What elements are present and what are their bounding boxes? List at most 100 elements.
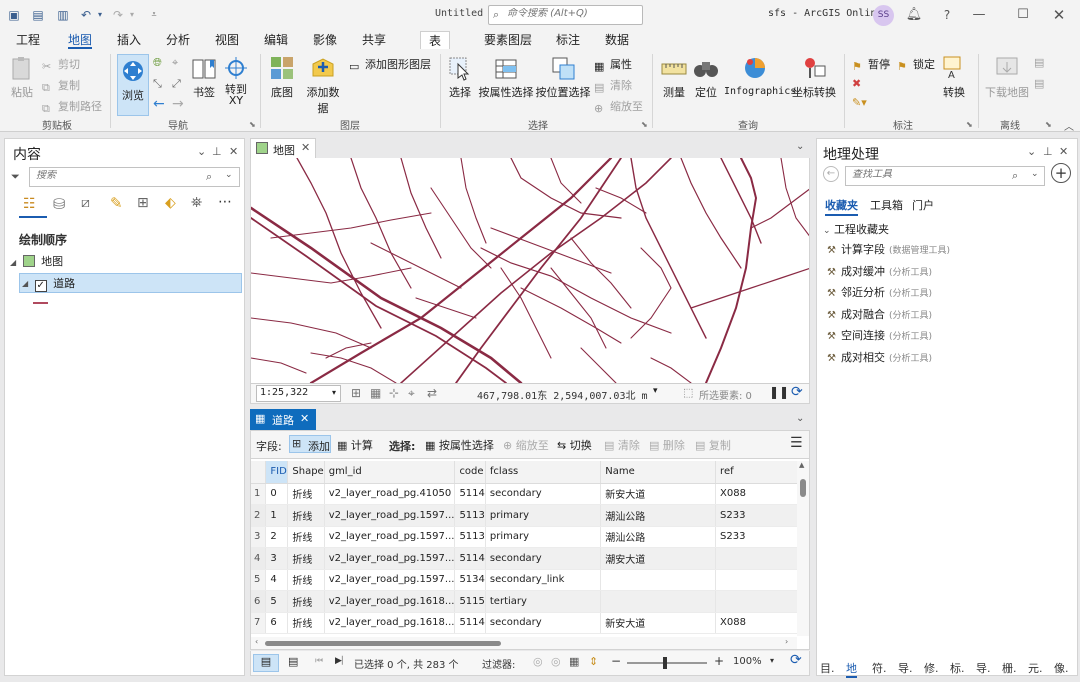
tab-list-icon[interactable]: ⌄	[796, 141, 804, 152]
sync-icon[interactable]: ▤	[1034, 56, 1044, 69]
tab-feature-layer[interactable]: 要素图层	[484, 31, 532, 49]
zoom-in-fixed-icon[interactable]: ⤡	[153, 77, 162, 91]
previous-extent-icon[interactable]: ←	[153, 96, 165, 112]
tab-map[interactable]: 地图	[68, 31, 93, 49]
row-number[interactable]: 5	[251, 569, 267, 591]
refresh-icon[interactable]: ⟳	[791, 384, 803, 400]
tree-layer-roads[interactable]: ◢ ✓ 道路	[19, 273, 242, 293]
table-menu-icon[interactable]: ☰	[790, 435, 803, 451]
close-window-button[interactable]: ✕	[1049, 6, 1069, 24]
pause-labeling-button[interactable]: ⚑ 暂停	[852, 56, 890, 73]
tab-view[interactable]: 视图	[215, 31, 239, 49]
snapping-icon[interactable]: ⊹	[389, 386, 399, 400]
constraints-icon[interactable]: ⌖	[408, 386, 415, 401]
table-refresh-icon[interactable]: ⟳	[790, 652, 802, 668]
scroll-right-icon[interactable]: ›	[785, 637, 788, 646]
bottom-tab[interactable]: 元.	[1028, 660, 1043, 676]
scale-selector[interactable]: 1:25,322 ▾	[256, 385, 341, 402]
toolbar-select-by-attributes-button[interactable]: ▦ 按属性选择	[425, 437, 494, 453]
bottom-tab[interactable]: 修.	[924, 660, 939, 676]
row-number[interactable]: 6	[251, 590, 267, 613]
contents-search[interactable]: ⌕ ⌄	[29, 167, 240, 187]
infographics-button[interactable]: Infographics	[724, 54, 796, 97]
measure-button[interactable]: 测量	[658, 54, 690, 100]
row-number[interactable]: 3	[251, 526, 267, 548]
unplaced-labels-icon[interactable]: ✖	[852, 77, 861, 90]
add-field-button[interactable]: ⊞ 添加	[289, 435, 331, 453]
next-record-icon[interactable]: ▶⎸	[335, 656, 351, 666]
download-map-button[interactable]: 下载地图	[984, 54, 1030, 100]
tool-search-input[interactable]	[852, 169, 1002, 180]
row-number[interactable]: 1	[251, 483, 267, 505]
pin-icon[interactable]: ⊥	[212, 145, 222, 158]
add-tool-icon[interactable]: +	[1051, 163, 1071, 183]
row-number[interactable]: 4	[251, 547, 267, 570]
save-icon[interactable]: ▥	[55, 7, 71, 23]
horizontal-scrollbar[interactable]: ‹ ›	[251, 637, 797, 649]
tab-map-view[interactable]: 地图 ✕	[250, 138, 316, 158]
grid-ref-icon[interactable]: ⊞	[351, 386, 361, 400]
first-record-icon[interactable]: ⏮	[315, 656, 323, 666]
collapse-ribbon-icon[interactable]: ︿	[1064, 118, 1074, 133]
redo-dropdown-icon[interactable]: ▾	[124, 7, 140, 23]
table-row[interactable]: 6 5 折线 v2_layer_road_pg.1618... 5115 tertiary	[251, 590, 809, 613]
explore-button[interactable]: 浏览	[117, 54, 149, 116]
tab-favorites[interactable]: 收藏夹	[825, 197, 858, 216]
pause-drawing-icon[interactable]: ❚❚	[769, 385, 789, 399]
zoom-slider[interactable]	[627, 657, 707, 669]
bottom-tab[interactable]: 目.	[820, 660, 835, 676]
command-search[interactable]: ⌕	[488, 5, 643, 25]
rotate-icon[interactable]: ⇄	[427, 386, 437, 400]
avatar[interactable]: SS	[873, 5, 894, 26]
customize-quick-access-icon[interactable]: ⩡	[146, 7, 162, 23]
favorite-tool-item[interactable]: ⚒ 邻近分析 (分析工具)	[827, 284, 932, 300]
copy-button[interactable]: ⧉ 复制	[42, 77, 80, 94]
toolbar-delete-button[interactable]: ▤ 删除	[649, 437, 685, 453]
undo-dropdown-icon[interactable]: ▾	[92, 7, 108, 23]
close-tab-icon[interactable]: ✕	[301, 141, 310, 154]
collapse-triangle-icon[interactable]: ◢	[22, 279, 28, 288]
switch-selection-button[interactable]: ⇆ 切换	[557, 437, 592, 453]
tab-edit[interactable]: 编辑	[264, 31, 288, 49]
tab-share[interactable]: 共享	[362, 31, 386, 49]
new-project-icon[interactable]: ▣	[6, 7, 22, 23]
layer-visibility-checkbox[interactable]: ✓	[34, 280, 47, 292]
clear-selection-button[interactable]: ▤ 清除	[594, 77, 632, 94]
source-database-icon[interactable]: ⛁	[53, 195, 66, 213]
next-extent-icon[interactable]: →	[172, 96, 184, 112]
snapping-grid-icon[interactable]: ⊞	[137, 195, 149, 211]
editing-pencil-icon[interactable]: ✎	[110, 194, 123, 212]
cut-button[interactable]: ✂ 剪切	[42, 56, 80, 73]
zoom-dropdown-icon[interactable]: ▾	[770, 656, 774, 665]
select-by-location-button[interactable]: 按位置选择	[535, 54, 591, 100]
favorite-tool-item[interactable]: ⚒ 成对缓冲 (分析工具)	[827, 263, 932, 279]
selection-view-icon[interactable]: ⧄	[81, 195, 90, 211]
sort-icon[interactable]: ⇕	[589, 655, 598, 668]
zoom-slider-thumb[interactable]	[663, 657, 667, 669]
table-row[interactable]: 7 6 折线 v2_layer_road_pg.1618... 5114 secondar…	[251, 612, 809, 634]
calculate-field-button[interactable]: ▦ 计算	[337, 437, 373, 453]
row-selector-header[interactable]	[251, 461, 267, 484]
tab-list-icon[interactable]: ⌄	[796, 413, 804, 424]
favorite-tool-item[interactable]: ⚒ 成对融合 (分析工具)	[827, 306, 932, 322]
tab-data[interactable]: 数据	[605, 31, 629, 49]
notification-bell-icon[interactable]: 🔔︎	[904, 6, 924, 24]
table-row[interactable]: 5 4 折线 v2_layer_road_pg.1597... 5134 secondar…	[251, 569, 809, 591]
tab-project[interactable]: 工程	[16, 31, 40, 49]
zoom-out-icon[interactable]: −	[611, 654, 621, 668]
coordinate-conversion-button[interactable]: 坐标转换	[790, 54, 838, 100]
offline-launcher-icon[interactable]: ⬊	[1045, 120, 1052, 129]
tab-imagery[interactable]: 影像	[313, 31, 337, 49]
toolbar-zoom-to-button[interactable]: ⊕ 缩放至	[503, 437, 549, 453]
zoom-to-selection-button[interactable]: ⊕ 缩放至	[594, 98, 643, 115]
perspective-icon[interactable]: ⛯	[191, 195, 202, 211]
add-graphics-layer-button[interactable]: ▭ 添加图形图层	[349, 56, 431, 73]
filter-query-icon[interactable]: ▦	[569, 655, 579, 668]
help-icon[interactable]: ?	[937, 6, 957, 24]
bottom-tab[interactable]: 符.	[872, 660, 887, 676]
tab-insert[interactable]: 插入	[117, 31, 141, 49]
column-header-gml-id[interactable]: gml_id	[324, 461, 456, 484]
bottom-tab[interactable]: 导.	[898, 660, 913, 676]
convert-labels-button[interactable]: A 转换	[938, 54, 970, 100]
bottom-tab[interactable]: 栅.	[1002, 660, 1017, 676]
